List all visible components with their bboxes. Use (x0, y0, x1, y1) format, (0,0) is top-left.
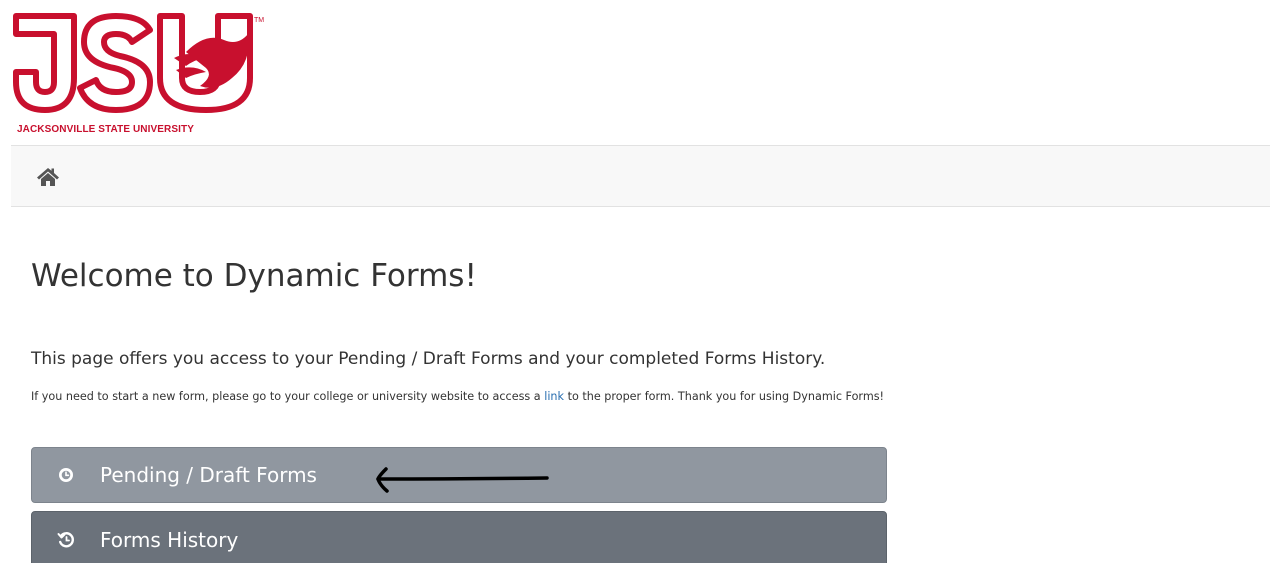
home-button[interactable] (33, 164, 63, 190)
forms-history-button[interactable]: Forms History (31, 511, 887, 563)
hand-drawn-arrow-icon (376, 467, 549, 493)
proper-form-link[interactable]: link (544, 390, 564, 403)
note-text-before: If you need to start a new form, please … (31, 390, 545, 403)
new-form-note: If you need to start a new form, please … (31, 390, 884, 403)
intro-text: This page offers you access to your Pend… (31, 349, 826, 369)
pending-draft-forms-label: Pending / Draft Forms (100, 463, 317, 487)
page-title: Welcome to Dynamic Forms! (31, 258, 477, 294)
trademark-mark: TM (254, 17, 264, 24)
home-icon (37, 168, 59, 186)
forms-history-label: Forms History (100, 528, 239, 552)
clock-icon (56, 465, 76, 485)
logo-caption: JACKSONVILLE STATE UNIVERSITY (17, 124, 194, 135)
top-navbar (11, 145, 1270, 207)
history-icon (56, 530, 76, 550)
jsu-logo-mark: TM (13, 13, 264, 113)
note-text-after: to the proper form. Thank you for using … (564, 390, 885, 403)
jsu-logo[interactable]: TM JACKSONVILLE STATE UNIVERSITY (10, 12, 270, 142)
page: TM JACKSONVILLE STATE UNIVERSITY Welcome… (0, 0, 1270, 563)
